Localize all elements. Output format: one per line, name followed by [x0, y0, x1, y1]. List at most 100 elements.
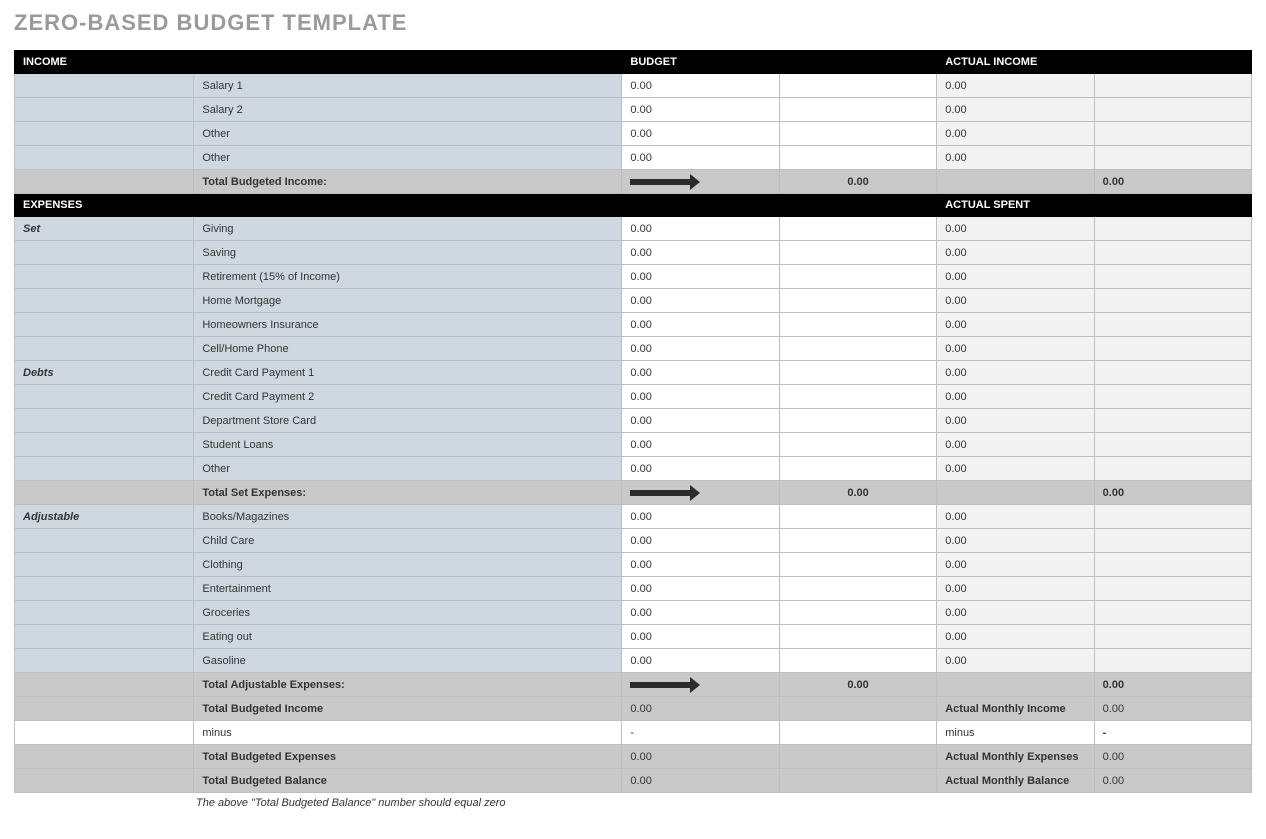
expense-row: Retirement (15% of Income) 0.00 0.00 [15, 265, 1252, 289]
budget-cell[interactable]: 0.00 [622, 361, 780, 385]
row-label: Salary 2 [194, 98, 622, 122]
actual-cell[interactable]: 0.00 [937, 241, 1094, 265]
footnote: The above "Total Budgeted Balance" numbe… [14, 793, 1252, 809]
actual-cell[interactable]: 0.00 [937, 313, 1094, 337]
income-row: Salary 1 0.00 0.00 [15, 74, 1252, 98]
budget-cell[interactable]: 0.00 [622, 409, 780, 433]
set-total-row: Total Set Expenses: 0.00 0.00 [15, 481, 1252, 505]
budget-cell[interactable]: 0.00 [622, 98, 780, 122]
expense-row: Credit Card Payment 2 0.00 0.00 [15, 385, 1252, 409]
expense-row: Student Loans 0.00 0.00 [15, 433, 1252, 457]
row-label: Cell/Home Phone [194, 337, 622, 361]
actual-cell[interactable]: 0.00 [937, 625, 1094, 649]
header-expenses: EXPENSES [15, 194, 622, 217]
budget-cell[interactable]: 0.00 [622, 625, 780, 649]
budget-cell[interactable]: 0.00 [622, 457, 780, 481]
budget-cell[interactable]: 0.00 [622, 337, 780, 361]
budget-cell[interactable]: 0.00 [622, 217, 780, 241]
budget-cell[interactable]: 0.00 [622, 385, 780, 409]
set-total-budget: 0.00 [779, 481, 936, 505]
arrow-icon [630, 490, 690, 496]
income-total-actual: 0.00 [1094, 170, 1251, 194]
expense-row: Home Mortgage 0.00 0.00 [15, 289, 1252, 313]
actual-cell[interactable]: 0.00 [937, 457, 1094, 481]
actual-cell[interactable]: 0.00 [937, 553, 1094, 577]
expense-row: Entertainment 0.00 0.00 [15, 577, 1252, 601]
expense-row: Adjustable Books/Magazines 0.00 0.00 [15, 505, 1252, 529]
actual-cell[interactable]: 0.00 [937, 74, 1094, 98]
budget-cell[interactable]: 0.00 [622, 313, 780, 337]
income-row: Salary 2 0.00 0.00 [15, 98, 1252, 122]
arrow-icon [630, 682, 690, 688]
row-label: Gasoline [194, 649, 622, 673]
set-total-actual: 0.00 [1094, 481, 1251, 505]
summary-label: Total Budgeted Income [194, 697, 622, 721]
summary-actual-val: 0.00 [1094, 745, 1251, 769]
row-label: Student Loans [194, 433, 622, 457]
row-label: Other [194, 457, 622, 481]
actual-cell[interactable]: 0.00 [937, 409, 1094, 433]
summary-label: Total Budgeted Expenses [194, 745, 622, 769]
actual-cell[interactable]: 0.00 [937, 217, 1094, 241]
summary-income-row: Total Budgeted Income 0.00 Actual Monthl… [15, 697, 1252, 721]
budget-cell[interactable]: 0.00 [622, 265, 780, 289]
summary-balance-row: Total Budgeted Balance 0.00 Actual Month… [15, 769, 1252, 793]
budget-cell[interactable]: 0.00 [622, 146, 780, 170]
summary-actual-label: Actual Monthly Expenses [937, 745, 1094, 769]
summary-minus-row: minus - minus - [15, 721, 1252, 745]
actual-cell[interactable]: 0.00 [937, 505, 1094, 529]
actual-cell[interactable]: 0.00 [937, 385, 1094, 409]
actual-cell[interactable]: 0.00 [937, 146, 1094, 170]
header-actual-income: ACTUAL INCOME [937, 51, 1252, 74]
row-label: Eating out [194, 625, 622, 649]
row-label: Other [194, 122, 622, 146]
minus-label: minus [194, 721, 622, 745]
row-label: Credit Card Payment 2 [194, 385, 622, 409]
actual-cell[interactable]: 0.00 [937, 361, 1094, 385]
expense-row: Eating out 0.00 0.00 [15, 625, 1252, 649]
expense-row: Set Giving 0.00 0.00 [15, 217, 1252, 241]
summary-actual-val: 0.00 [1094, 769, 1251, 793]
expense-row: Clothing 0.00 0.00 [15, 553, 1252, 577]
summary-expenses-row: Total Budgeted Expenses 0.00 Actual Mont… [15, 745, 1252, 769]
category-debts: Debts [23, 367, 54, 379]
actual-cell[interactable]: 0.00 [937, 265, 1094, 289]
minus-actual-label: minus [937, 721, 1094, 745]
budget-cell[interactable]: 0.00 [622, 122, 780, 146]
row-label: Entertainment [194, 577, 622, 601]
budget-cell[interactable]: 0.00 [622, 601, 780, 625]
budget-cell[interactable]: 0.00 [622, 289, 780, 313]
summary-val: 0.00 [622, 697, 780, 721]
row-label: Retirement (15% of Income) [194, 265, 622, 289]
actual-cell[interactable]: 0.00 [937, 529, 1094, 553]
budget-cell[interactable]: 0.00 [622, 649, 780, 673]
row-label: Salary 1 [194, 74, 622, 98]
expense-row: Debts Credit Card Payment 1 0.00 0.00 [15, 361, 1252, 385]
actual-cell[interactable]: 0.00 [937, 577, 1094, 601]
expense-row: Saving 0.00 0.00 [15, 241, 1252, 265]
budget-cell[interactable]: 0.00 [622, 241, 780, 265]
actual-cell[interactable]: 0.00 [937, 337, 1094, 361]
summary-label: Total Budgeted Balance [194, 769, 622, 793]
actual-cell[interactable]: 0.00 [937, 649, 1094, 673]
category-adjustable: Adjustable [23, 511, 79, 523]
summary-val: 0.00 [622, 769, 780, 793]
budget-cell[interactable]: 0.00 [622, 553, 780, 577]
budget-cell[interactable]: 0.00 [622, 433, 780, 457]
budget-cell[interactable]: 0.00 [622, 529, 780, 553]
adjustable-total-actual: 0.00 [1094, 673, 1251, 697]
summary-val: 0.00 [622, 745, 780, 769]
expense-row: Homeowners Insurance 0.00 0.00 [15, 313, 1252, 337]
actual-cell[interactable]: 0.00 [937, 98, 1094, 122]
actual-cell[interactable]: 0.00 [937, 433, 1094, 457]
budget-table: INCOME BUDGET ACTUAL INCOME Salary 1 0.0… [14, 50, 1252, 793]
actual-cell[interactable]: 0.00 [937, 122, 1094, 146]
minus-actual-val: - [1094, 721, 1251, 745]
budget-cell[interactable]: 0.00 [622, 74, 780, 98]
actual-cell[interactable]: 0.00 [937, 289, 1094, 313]
budget-cell[interactable]: 0.00 [622, 505, 780, 529]
income-row: Other 0.00 0.00 [15, 122, 1252, 146]
adjustable-total-budget: 0.00 [779, 673, 936, 697]
actual-cell[interactable]: 0.00 [937, 601, 1094, 625]
budget-cell[interactable]: 0.00 [622, 577, 780, 601]
